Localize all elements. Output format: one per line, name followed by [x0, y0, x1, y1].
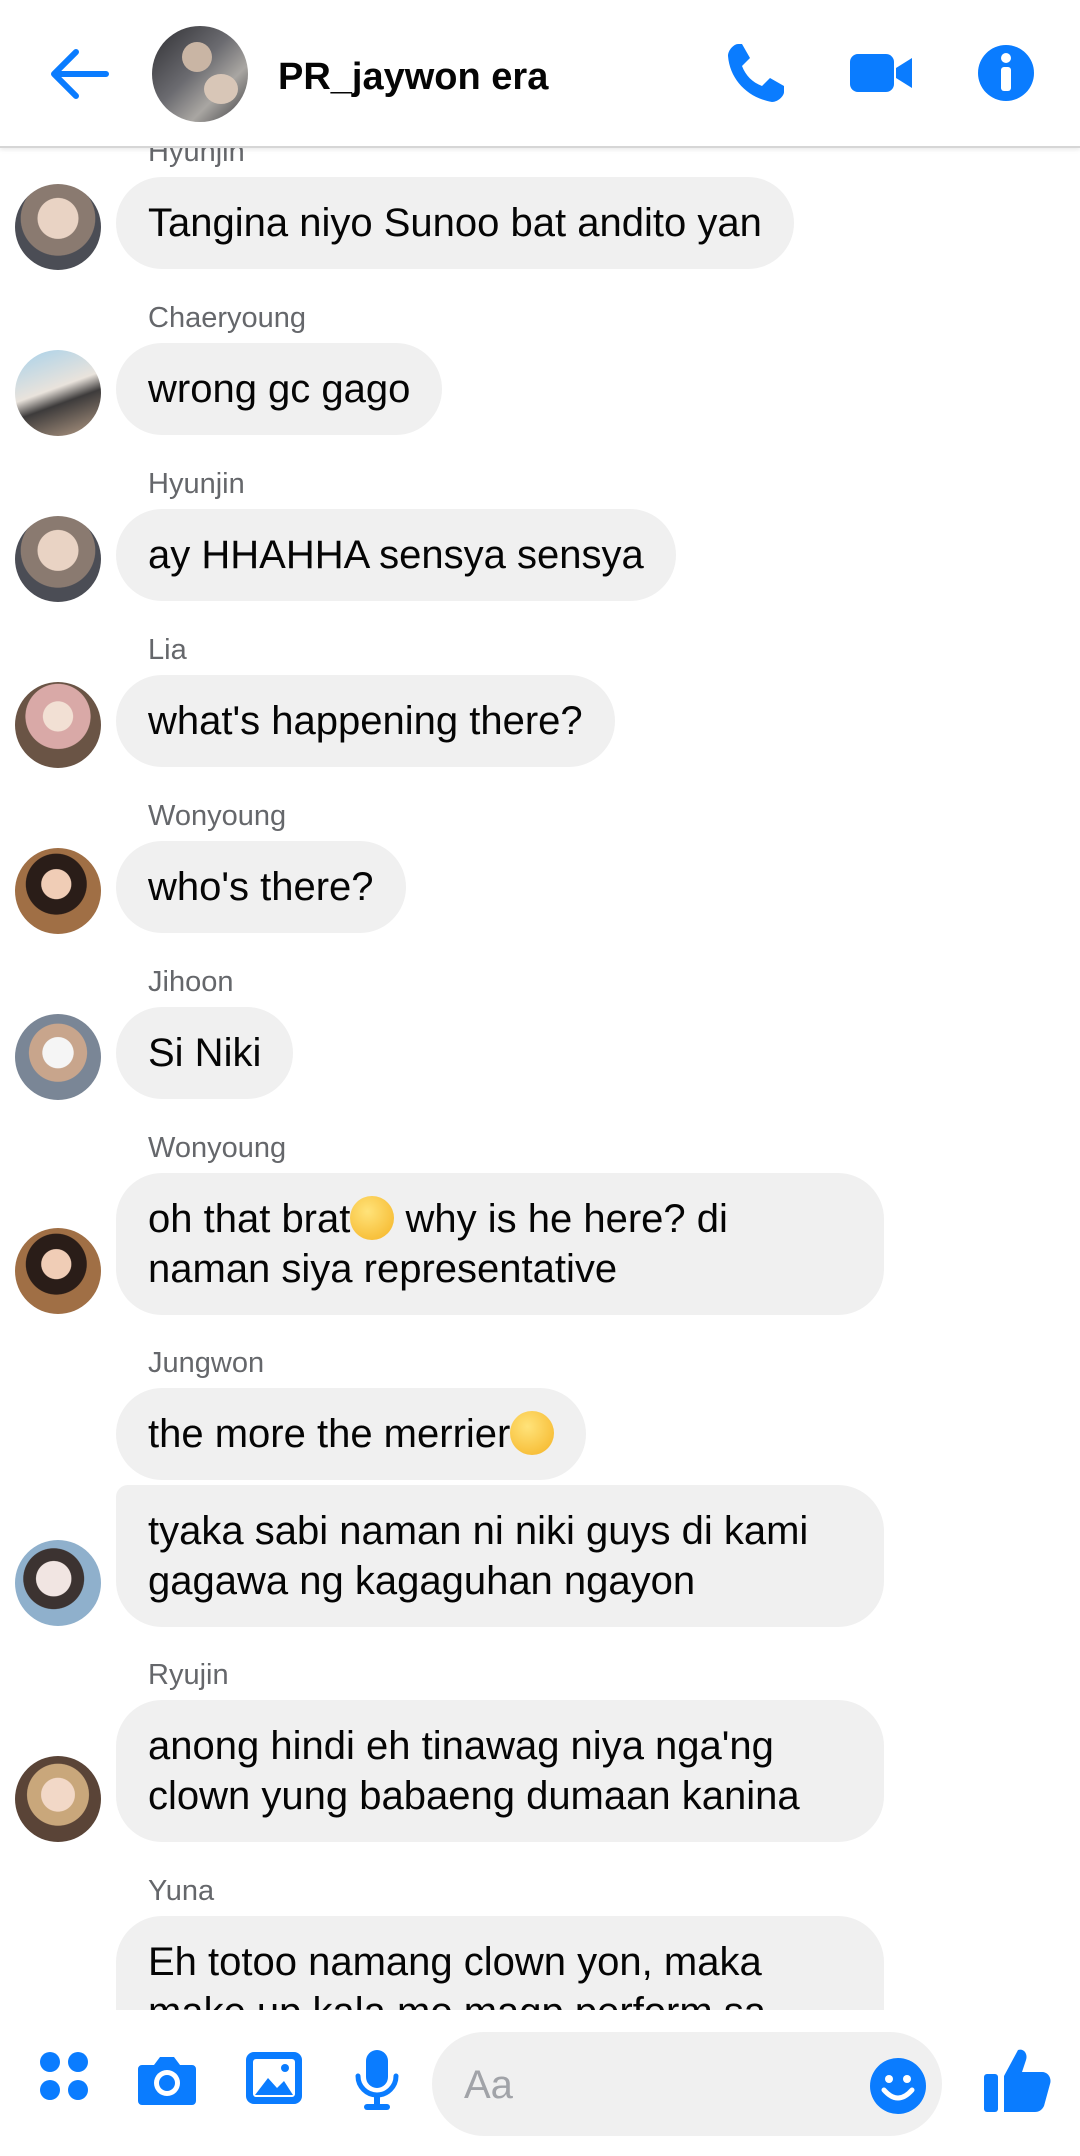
message-text: the more the merrier [148, 1412, 511, 1456]
sender-name: Wonyoung [148, 800, 287, 832]
message-bubble[interactable]: the more the merrier [116, 1388, 587, 1480]
message-bubble[interactable]: Si Niki [116, 1007, 294, 1099]
message-bubble[interactable]: Tangina niyo Sunoo bat andito yan [116, 177, 794, 269]
message-bubble[interactable]: tyaka sabi naman ni niki guys di kami ga… [116, 1485, 884, 1627]
message-bubble[interactable]: oh that brat why is he here? di naman si… [116, 1173, 884, 1315]
message-bubble[interactable]: ay HHAHHA sensya sensya [116, 509, 676, 601]
message-bubble[interactable]: anong hindi eh tinawag niya nga'ng clown… [116, 1700, 884, 1842]
info-icon[interactable] [976, 40, 1036, 106]
phone-icon[interactable] [724, 40, 786, 106]
message-bubble[interactable]: wrong gc gago [116, 343, 443, 435]
group-avatar[interactable] [152, 26, 248, 122]
sender-name: Chaeryoung [148, 302, 306, 334]
avatar-wonyoung[interactable] [15, 1228, 101, 1314]
sender-name: Jihoon [148, 966, 234, 998]
conversation-title[interactable]: PR_jaywon era [278, 56, 548, 99]
avatar-hyunjin[interactable] [15, 516, 101, 602]
sender-name: Hyunjin [148, 146, 245, 168]
message-composer [0, 2010, 1080, 2156]
avatar-lia[interactable] [15, 682, 101, 768]
avatar-chaeryoung[interactable] [15, 350, 101, 436]
message-input[interactable] [462, 2054, 826, 2116]
avatar-jungwon[interactable] [15, 1540, 101, 1626]
relieved-face-emoji-icon [510, 1411, 555, 1455]
avatar-jihoon[interactable] [15, 1014, 101, 1100]
message-bubble[interactable]: who's there? [116, 841, 406, 933]
video-camera-icon[interactable] [848, 40, 914, 106]
gallery-icon[interactable] [244, 2048, 304, 2108]
camera-icon[interactable] [136, 2048, 198, 2110]
sender-name: Ryujin [148, 1659, 229, 1691]
sender-name: Wonyoung [148, 1132, 287, 1164]
avatar-hyunjin[interactable] [15, 184, 101, 270]
sender-name: Yuna [148, 1875, 215, 1907]
message-text: oh that brat [148, 1197, 351, 1241]
message-list[interactable]: Hyunjin Tangina niyo Sunoo bat andito ya… [0, 146, 1080, 2010]
sender-name: Lia [148, 634, 187, 666]
sender-name: Hyunjin [148, 468, 245, 500]
rolling-eyes-emoji-icon [350, 1196, 395, 1240]
message-input-container[interactable] [432, 2032, 942, 2136]
apps-grid-icon[interactable] [38, 2048, 90, 2104]
avatar-wonyoung[interactable] [15, 848, 101, 934]
back-arrow-icon[interactable] [44, 44, 114, 104]
message-bubble[interactable]: what's happening there? [116, 675, 615, 767]
emoji-smile-icon[interactable] [868, 2056, 928, 2116]
avatar-ryujin[interactable] [15, 1756, 101, 1842]
message-bubble[interactable]: Eh totoo namang clown yon, maka make up … [116, 1916, 884, 2010]
microphone-icon[interactable] [354, 2048, 400, 2112]
sender-name: Jungwon [148, 1347, 265, 1379]
thumbs-up-icon[interactable] [982, 2046, 1052, 2114]
chat-header: PR_jaywon era [0, 0, 1080, 148]
